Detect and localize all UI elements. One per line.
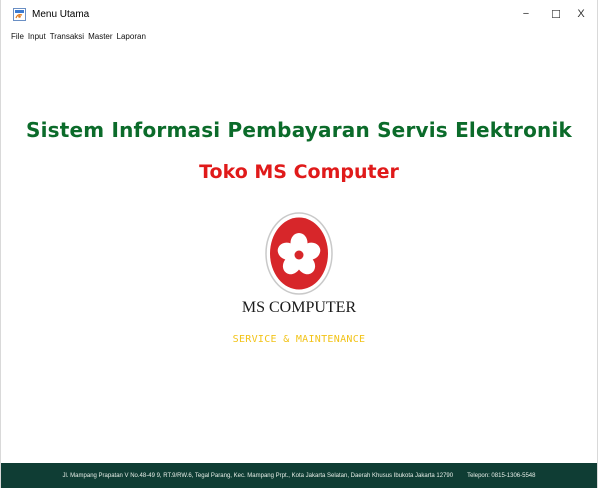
java-app-icon [13,8,26,21]
menu-input[interactable]: Input [28,31,46,43]
footer-address: Jl. Mampang Prapatan V No.48-49 9, RT.9/… [62,472,454,479]
close-icon: X [577,8,585,20]
menu-master[interactable]: Master [88,31,112,43]
main-window: Menu Utama − ☐ X File Input Transaksi Ma… [0,0,598,488]
logo-tagline: SERVICE & MAINTENANCE [232,334,366,345]
maximize-button[interactable]: ☐ [542,0,570,28]
window-title: Menu Utama [32,9,90,20]
menu-laporan[interactable]: Laporan [117,31,146,43]
page-title: Sistem Informasi Pembayaran Servis Elekt… [25,118,573,142]
menu-transaksi[interactable]: Transaksi [50,31,84,43]
menu-bar: File Input Transaksi Master Laporan [1,30,597,44]
logo-name: MS COMPUTER [241,299,357,316]
minimize-icon: − [522,8,530,20]
minimize-button[interactable]: − [512,0,540,28]
menu-file[interactable]: File [11,31,24,43]
close-button[interactable]: X [567,0,595,28]
ms-computer-logo-icon [265,212,333,295]
store-name: Toko MS Computer [199,161,399,183]
footer-bar: Jl. Mampang Prapatan V No.48-49 9, RT.9/… [1,463,597,488]
maximize-icon: ☐ [551,8,561,21]
footer-phone: Telepon: 0815-1306-5548 [467,472,536,479]
title-bar[interactable]: Menu Utama − ☐ X [1,0,597,30]
